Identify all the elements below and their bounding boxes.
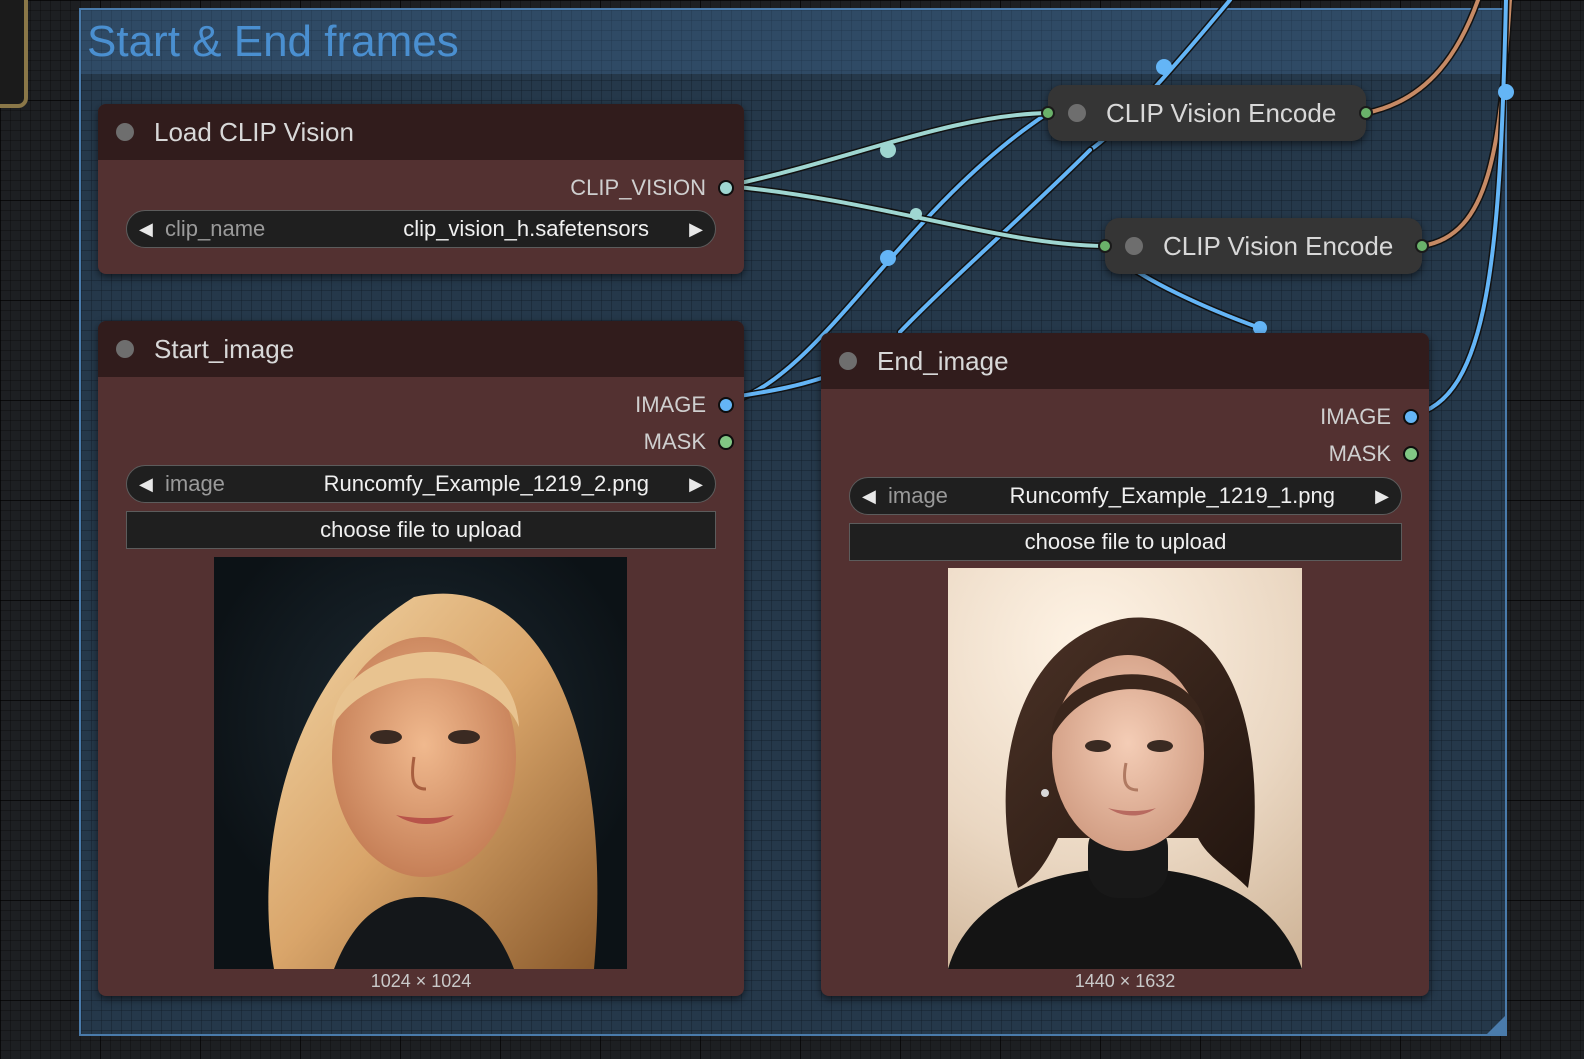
end-image-node[interactable]: End_image IMAGE MASK ◀ image Runcomfy_Ex… — [821, 333, 1429, 996]
upload-button[interactable]: choose file to upload — [126, 511, 716, 549]
clip-vision-encode-1-title: CLIP Vision Encode — [1106, 98, 1337, 128]
arrow-right-icon[interactable]: ▶ — [689, 466, 703, 502]
clip-vision-encode-1-input-slot[interactable] — [1041, 106, 1055, 120]
output-label: IMAGE — [1320, 404, 1391, 429]
mask-output-slot[interactable] — [718, 434, 734, 450]
widget-value: Runcomfy_Example_1219_1.png — [1009, 483, 1335, 508]
image-output-slot[interactable] — [1403, 409, 1419, 425]
collapse-dot-icon[interactable] — [1125, 237, 1143, 255]
output-row-mask: MASK — [1329, 440, 1419, 468]
image-preview — [214, 557, 627, 969]
collapse-dot-icon[interactable] — [839, 352, 857, 370]
image-combo[interactable]: ◀ image Runcomfy_Example_1219_2.png ▶ — [126, 465, 716, 503]
collapse-dot-icon[interactable] — [116, 340, 134, 358]
node-header[interactable]: Start_image — [98, 321, 744, 377]
output-row-mask: MASK — [644, 428, 734, 456]
image-size-label: 1024 × 1024 — [370, 971, 472, 991]
end-portrait-illustration — [948, 617, 1302, 969]
node-title: End_image — [877, 346, 1009, 376]
image-size-label: 1440 × 1632 — [1074, 971, 1176, 991]
widget-value: clip_vision_h.safetensors — [403, 216, 649, 241]
arrow-left-icon[interactable]: ◀ — [862, 478, 876, 514]
output-label: IMAGE — [635, 392, 706, 417]
widget-label: image — [888, 483, 948, 508]
node-title: Start_image — [154, 334, 295, 364]
image-preview — [948, 568, 1302, 969]
collapse-dot-icon[interactable] — [1068, 104, 1086, 122]
load-clip-vision-node[interactable]: Load CLIP Vision CLIP_VISION ◀ clip_name… — [98, 104, 744, 274]
collapse-dot-icon[interactable] — [116, 123, 134, 141]
image-combo[interactable]: ◀ image Runcomfy_Example_1219_1.png ▶ — [849, 477, 1402, 515]
image-output-slot[interactable] — [718, 397, 734, 413]
arrow-left-icon[interactable]: ◀ — [139, 466, 153, 502]
node-title: Load CLIP Vision — [154, 117, 354, 147]
start-image-node[interactable]: Start_image IMAGE MASK ◀ image Runcomfy_… — [98, 321, 744, 996]
output-row-image: IMAGE — [1320, 403, 1419, 431]
arrow-right-icon[interactable]: ▶ — [689, 211, 703, 247]
output-label: MASK — [643, 429, 706, 454]
output-label: CLIP_VISION — [570, 175, 706, 200]
clip-vision-encode-2-title: CLIP Vision Encode — [1163, 231, 1394, 261]
output-label: MASK — [1328, 441, 1391, 466]
clip-name-combo[interactable]: ◀ clip_name clip_vision_h.safetensors ▶ — [126, 210, 716, 248]
clip-vision-encode-1-output-slot[interactable] — [1359, 106, 1373, 120]
arrow-right-icon[interactable]: ▶ — [1375, 478, 1389, 514]
start-portrait-illustration — [268, 593, 598, 969]
node-header[interactable]: End_image — [821, 333, 1429, 389]
widget-label: clip_name — [165, 216, 266, 241]
clip-vision-encode-node-2[interactable]: CLIP Vision Encode — [1098, 218, 1429, 274]
clip-vision-output-slot[interactable] — [718, 180, 734, 196]
widget-value: Runcomfy_Example_1219_2.png — [323, 471, 649, 496]
clip-vision-encode-2-output-slot[interactable] — [1415, 239, 1429, 253]
widget-label: image — [165, 471, 225, 496]
mask-output-slot[interactable] — [1403, 446, 1419, 462]
output-row-image: IMAGE — [635, 391, 734, 419]
output-row-clip-vision: CLIP_VISION — [570, 174, 734, 202]
clip-vision-encode-node-1[interactable]: CLIP Vision Encode — [1041, 85, 1373, 141]
upload-button[interactable]: choose file to upload — [849, 523, 1402, 561]
arrow-left-icon[interactable]: ◀ — [139, 211, 153, 247]
clip-vision-encode-2-input-slot[interactable] — [1098, 239, 1112, 253]
node-header[interactable]: Load CLIP Vision — [98, 104, 744, 160]
